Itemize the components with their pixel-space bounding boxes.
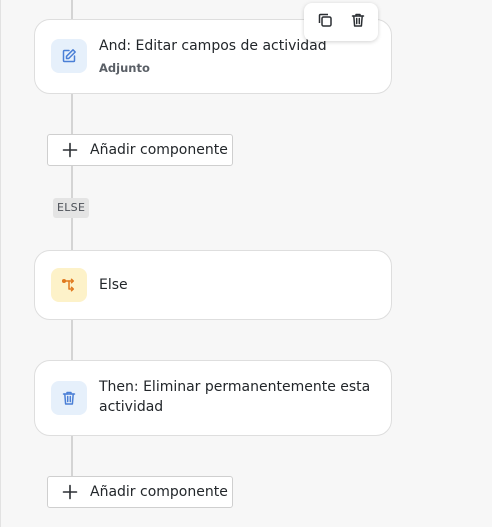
- delete-button[interactable]: [344, 8, 372, 36]
- duplicate-button[interactable]: [311, 8, 339, 36]
- step-title: Else: [99, 277, 128, 293]
- edit-icon: [51, 39, 87, 73]
- connector-line: [71, 0, 73, 20]
- plus-icon: [62, 484, 78, 500]
- panel-border: [0, 0, 1, 527]
- else-branch-tag: ELSE: [53, 198, 90, 218]
- branch-icon: [51, 268, 87, 302]
- connector-line: [71, 318, 73, 362]
- plus-icon: [62, 142, 78, 158]
- step-subtitle: Adjunto: [99, 61, 150, 75]
- add-component-button[interactable]: Añadir componente: [47, 476, 233, 508]
- trash-icon: [350, 12, 366, 32]
- add-component-label: Añadir componente: [90, 484, 228, 500]
- add-component-button[interactable]: Añadir componente: [47, 134, 233, 166]
- copy-icon: [317, 12, 333, 32]
- step-toolbar: [304, 3, 378, 41]
- step-card-delete-activity[interactable]: Then: Eliminar permanentemente esta acti…: [34, 360, 392, 436]
- add-component-label: Añadir componente: [90, 142, 228, 158]
- trash-icon: [51, 381, 87, 415]
- connector-line: [71, 92, 73, 136]
- step-title: Then: Eliminar permanentemente esta acti…: [99, 379, 371, 415]
- step-card-else[interactable]: Else: [34, 250, 392, 320]
- workflow-canvas: And: Editar campos de actividad Adjunto: [0, 0, 492, 527]
- connector-line: [71, 434, 73, 478]
